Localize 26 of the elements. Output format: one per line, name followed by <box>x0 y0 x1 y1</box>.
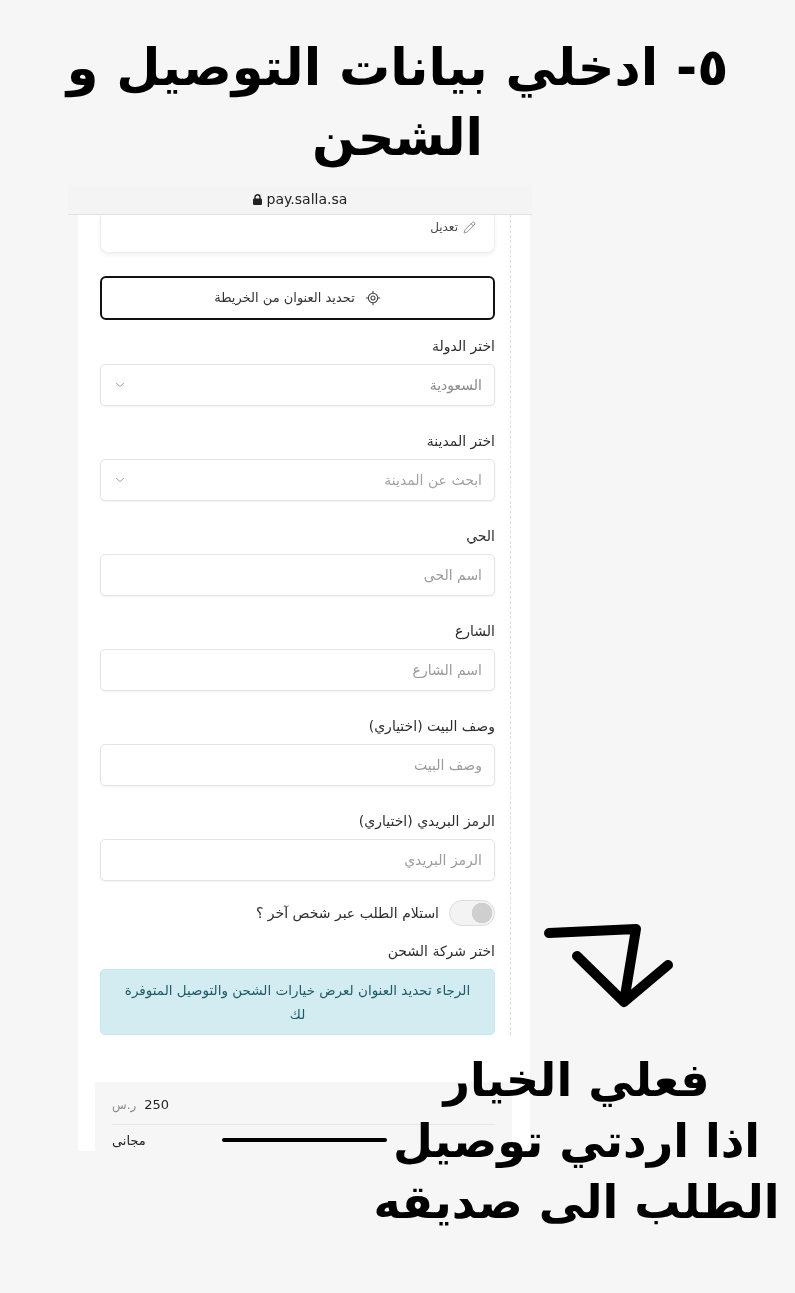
map-location-button[interactable]: تحديد العنوان من الخريطة <box>100 276 495 320</box>
currency-text: ر.س <box>112 1097 137 1114</box>
text-input[interactable]: وصف البيت <box>100 744 495 786</box>
edit-link[interactable]: تعديل <box>430 218 476 236</box>
info-alert: الرجاء تحديد العنوان لعرض خيارات الشحن والتوصيل المتوفرة لك <box>100 969 495 1035</box>
amount-text: 250 <box>144 1096 170 1114</box>
select-field[interactable]: السعودية <box>100 364 495 406</box>
pencil-icon <box>463 220 476 234</box>
annotation-text: فعلي الخيار اذا اردتي توصيل الطلب الى صديقه <box>372 1052 781 1231</box>
field-label: الرمز البريدي (اختياري) <box>358 812 495 831</box>
field-label: وصف البيت (اختياري) <box>368 717 495 736</box>
field-label: اختر شركة الشحن <box>387 942 495 961</box>
location-target-icon <box>364 290 381 306</box>
page-heading: ٥- ادخلي بيانات التوصيل و الشحن <box>66 37 729 170</box>
field-label: الشارع <box>454 622 495 641</box>
field-label: اختر المدينة <box>426 432 495 451</box>
toggle-label: استلام الطلب عبر شخص آخر ؟ <box>255 903 439 924</box>
toggle-switch[interactable] <box>449 900 495 926</box>
field-label: اختر الدولة <box>432 337 495 356</box>
lock-icon <box>252 194 262 205</box>
text-input[interactable]: الرمز البريدي <box>100 839 495 881</box>
url-text: pay.salla.sa <box>266 190 348 209</box>
field-label: الحي <box>466 527 495 546</box>
text-input[interactable]: اسم الشارع <box>100 649 495 691</box>
text-input[interactable]: اسم الحى <box>100 554 495 596</box>
amount-text: مجانى <box>112 1132 146 1150</box>
